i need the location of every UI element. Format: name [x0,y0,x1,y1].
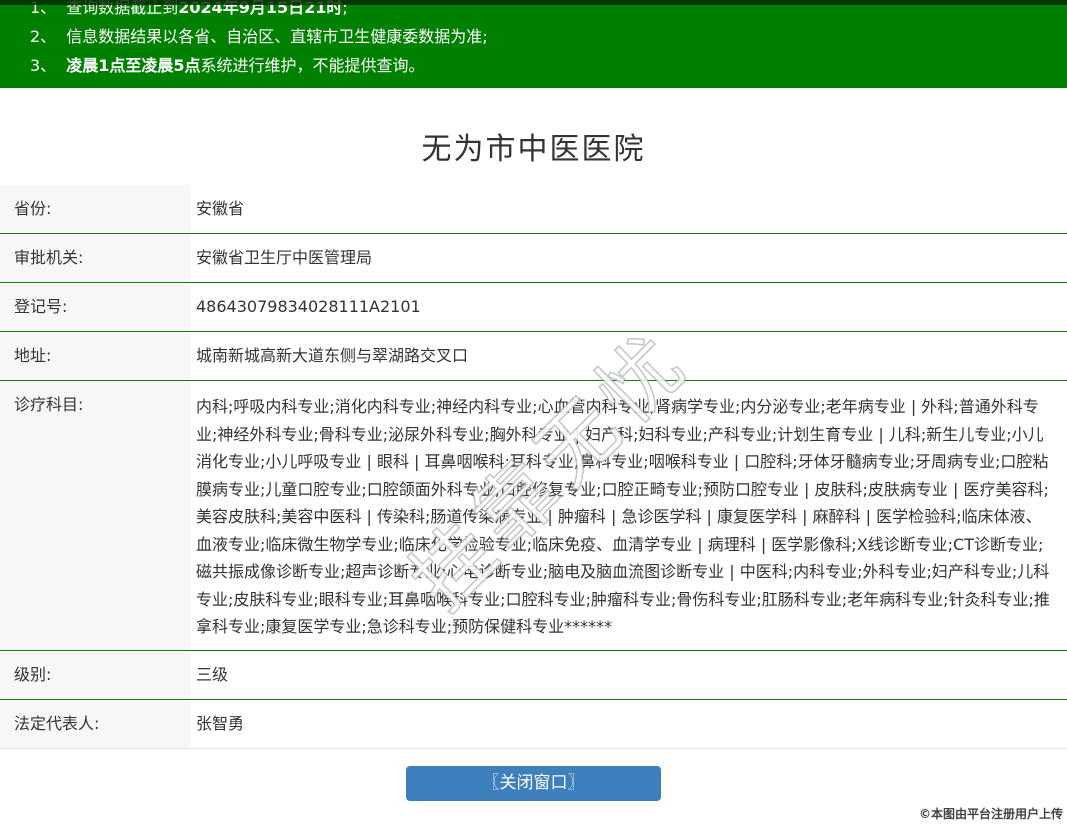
row-value: 安徽省 [196,199,245,218]
notice-text: 系统进行维护，不能提供查询。 [200,56,425,75]
row-label: 级别: [0,650,190,699]
notice-line-2: 2、 信息数据结果以各省、自治区、直辖市卫生健康委数据为准; [30,22,1057,51]
row-value: 安徽省卫生厅中医管理局 [196,248,373,267]
row-value: 三级 [196,664,229,684]
row-label: 审批机关: [0,234,190,282]
row-label: 法定代表人: [0,699,190,748]
table-row-address: 地址: 城南新城高新大道东侧与翠湖路交叉口 [0,332,1067,381]
close-window-button[interactable]: 〖关闭窗口〗 [406,765,661,801]
top-dark-strip [0,0,1067,5]
table-row-medical-subjects: 诊疗科目: 内科;呼吸内科专业;消化内科专业;神经内科专业;心血管内科专业;肾病… [0,381,1067,651]
row-label: 诊疗科目: [0,381,190,650]
row-value: 张智勇 [196,713,245,733]
notice-banner: 1、 查询数据截止到2024年9月15日21时; 2、 信息数据结果以各省、自治区、… [0,0,1067,88]
row-label: 地址: [0,332,190,380]
notice-text: 信息数据结果以各省、自治区、直辖市卫生健康委数据为准; [66,27,488,46]
row-value: 内科;呼吸内科专业;消化内科专业;神经内科专业;心血管内科专业;肾病学专业;内分… [196,397,1050,636]
row-label: 省份: [0,185,190,233]
button-bar: 〖关闭窗口〗 [0,765,1067,801]
notice-text-bold: 凌晨1点至凌晨5点 [66,56,201,75]
page-title: 无为市中医医院 [421,132,646,167]
upload-credit-note: ©本图由平台注册用户上传 [918,807,1063,821]
hospital-info-table: 省份: 安徽省 审批机关: 安徽省卫生厅中医管理局 登记号: 486430798… [0,185,1067,749]
notice-number: 2、 [30,27,57,46]
notice-line-3: 3、 凌晨1点至凌晨5点系统进行维护，不能提供查询。 [30,51,1057,80]
row-value: 48643079834028111A2101 [196,297,421,316]
notice-number: 3、 [30,56,57,75]
table-row-approval-authority: 审批机关: 安徽省卫生厅中医管理局 [0,234,1067,283]
row-label: 登记号: [0,283,190,331]
table-row-registration-number: 登记号: 48643079834028111A2101 [0,283,1067,332]
row-value: 城南新城高新大道东侧与翠湖路交叉口 [196,346,469,365]
table-row-province: 省份: 安徽省 [0,185,1067,234]
table-row-level: 级别: 三级 [0,650,1067,700]
table-row-legal-representative: 法定代表人: 张智勇 [0,699,1067,749]
